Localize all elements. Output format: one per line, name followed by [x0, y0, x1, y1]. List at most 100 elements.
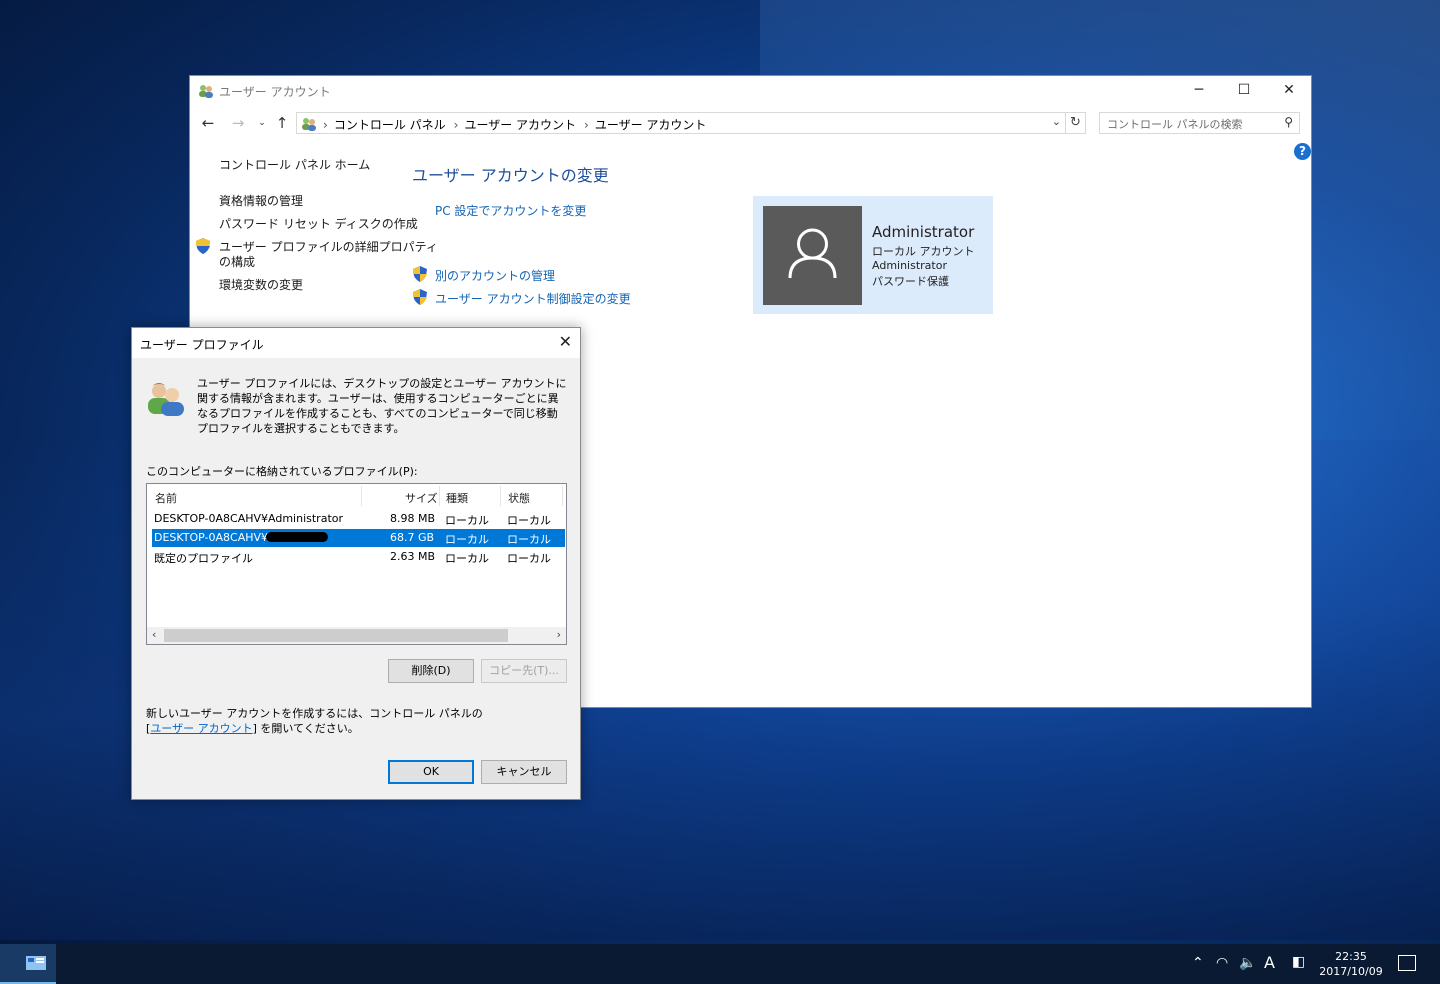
uac-settings-link[interactable]: ユーザー アカウント制御設定の変更	[435, 290, 631, 307]
uac-shield-icon	[413, 266, 427, 282]
pc-settings-link[interactable]: PC 設定でアカウントを変更	[435, 202, 586, 219]
profile-name: DESKTOP-0A8CAHV¥Administrator	[154, 512, 344, 525]
scroll-left-icon[interactable]: ‹	[152, 628, 156, 641]
column-separator[interactable]	[562, 486, 563, 506]
profile-status: ローカル	[507, 552, 551, 565]
volume-icon[interactable]: 🔈	[1239, 955, 1256, 971]
delete-button[interactable]: 削除(D)	[388, 659, 474, 683]
clock-date: 2017/10/09	[1319, 965, 1383, 978]
uac-shield-icon	[413, 289, 427, 305]
ok-button[interactable]: OK	[388, 760, 474, 784]
ime-mode-indicator[interactable]: A	[1264, 953, 1275, 972]
close-button[interactable]: ✕	[1266, 76, 1312, 105]
manage-credentials-link[interactable]: 資格情報の管理	[219, 192, 303, 209]
table-row[interactable]: 既定のプロファイル 2.63 MB ローカル ローカル	[152, 548, 565, 566]
window-titlebar[interactable]: ユーザー アカウント ─ ☐ ✕	[190, 76, 1311, 105]
column-separator[interactable]	[361, 486, 362, 506]
ime-options-icon[interactable]: ◧	[1292, 954, 1305, 970]
breadcrumb-separator-icon[interactable]: ›	[454, 118, 459, 132]
clock-time: 22:35	[1335, 950, 1367, 963]
user-silhouette-icon	[788, 228, 837, 279]
help-icon[interactable]: ?	[1294, 143, 1311, 160]
breadcrumb-item-user-accounts[interactable]: ユーザー アカウント	[464, 118, 576, 132]
profile-size: 2.63 MB	[390, 550, 436, 563]
avatar	[763, 206, 862, 305]
scroll-right-icon[interactable]: ›	[557, 628, 561, 641]
taskbar: ⌃ ◠ 🔈 A ◧ 22:35 2017/10/09	[0, 944, 1440, 984]
profile-size: 68.7 GB	[390, 531, 435, 544]
breadcrumb-item-user-accounts-current[interactable]: ユーザー アカウント	[595, 118, 707, 132]
minimize-button[interactable]: ─	[1176, 76, 1222, 105]
control-panel-icon	[26, 956, 46, 970]
account-protection: パスワード保護	[872, 275, 949, 288]
taskbar-app-control-panel[interactable]	[0, 944, 56, 984]
show-hidden-icons-chevron-icon[interactable]: ⌃	[1192, 955, 1204, 971]
column-separator[interactable]	[500, 486, 501, 506]
breadcrumb: › コントロール パネル › ユーザー アカウント › ユーザー アカウント	[321, 116, 712, 133]
copy-to-button[interactable]: コピー先(T)...	[481, 659, 567, 683]
scrollbar-thumb[interactable]	[164, 629, 508, 642]
recent-locations-chevron-icon[interactable]: ⌄	[252, 113, 272, 133]
profile-type: ローカル	[445, 533, 489, 546]
action-center-icon[interactable]	[1398, 955, 1416, 971]
account-type: ローカル アカウント	[872, 245, 975, 258]
profile-name: DESKTOP-0A8CAHV¥	[154, 531, 269, 544]
profile-type: ローカル	[445, 514, 489, 527]
breadcrumb-separator-icon: ›	[323, 118, 328, 132]
profile-status: ローカル	[507, 533, 551, 546]
clock[interactable]: 22:35 2017/10/09	[1318, 949, 1384, 979]
profiles-list[interactable]: 名前 サイズ 種類 状態 DESKTOP-0A8CAHV¥Administrat…	[146, 483, 567, 645]
column-header-size[interactable]: サイズ	[405, 490, 438, 506]
password-reset-disk-link[interactable]: パスワード リセット ディスクの作成	[219, 215, 418, 232]
maximize-button[interactable]: ☐	[1221, 76, 1267, 105]
up-arrow-icon[interactable]: ↑	[272, 113, 292, 133]
control-panel-icon	[302, 118, 316, 131]
refresh-icon[interactable]: ↻	[1065, 113, 1085, 133]
environment-variables-link[interactable]: 環境変数の変更	[219, 276, 303, 293]
breadcrumb-separator-icon[interactable]: ›	[584, 118, 589, 132]
window-title: ユーザー アカウント	[219, 85, 331, 99]
user-profiles-dialog: ユーザー プロファイル ✕ ユーザー プロファイルには、デスクトップの設定とユー…	[131, 327, 581, 800]
list-header: 名前 サイズ 種類 状態	[147, 484, 566, 508]
table-row-selected[interactable]: DESKTOP-0A8CAHV¥ 68.7 GB ローカル ローカル	[152, 529, 565, 547]
control-panel-home-link[interactable]: コントロール パネル ホーム	[219, 156, 370, 173]
user-profiles-icon	[148, 383, 184, 416]
table-row[interactable]: DESKTOP-0A8CAHV¥Administrator 8.98 MB ロー…	[152, 510, 565, 528]
user-accounts-icon	[199, 85, 213, 98]
column-header-name[interactable]: 名前	[155, 490, 177, 506]
profiles-list-label: このコンピューターに格納されているプロファイル(P):	[146, 465, 418, 478]
address-dropdown-icon[interactable]: ⌄	[1052, 115, 1061, 128]
profile-type: ローカル	[445, 552, 489, 565]
advanced-profile-properties-link-cont[interactable]: の構成	[219, 253, 255, 270]
account-card: Administrator ローカル アカウント Administrator パ…	[753, 196, 993, 314]
search-icon[interactable]: ⚲	[1284, 115, 1293, 129]
account-name: Administrator	[872, 223, 975, 241]
column-header-type[interactable]: 種類	[446, 490, 468, 506]
profile-status: ローカル	[507, 514, 551, 527]
horizontal-scrollbar[interactable]: ‹ ›	[147, 627, 566, 644]
manage-other-account-link[interactable]: 別のアカウントの管理	[435, 267, 555, 284]
column-header-status[interactable]: 状態	[508, 490, 530, 506]
forward-arrow-icon[interactable]: →	[228, 113, 248, 133]
cancel-button[interactable]: キャンセル	[481, 760, 567, 784]
dialog-close-icon[interactable]: ✕	[559, 332, 572, 351]
address-bar[interactable]: › コントロール パネル › ユーザー アカウント › ユーザー アカウント ⌄ ↻	[296, 112, 1086, 134]
user-accounts-link[interactable]: ユーザー アカウント	[150, 722, 252, 735]
search-box[interactable]: コントロール パネルの検索 ⚲	[1099, 112, 1300, 134]
back-arrow-icon[interactable]: ←	[198, 113, 218, 133]
column-separator[interactable]	[439, 486, 440, 506]
profile-name: 既定のプロファイル	[154, 552, 253, 565]
page-title: ユーザー アカウントの変更	[412, 166, 609, 185]
search-input[interactable]: コントロール パネルの検索	[1107, 116, 1243, 132]
create-account-note: 新しいユーザー アカウントを作成するには、コントロール パネルの [ユーザー ア…	[146, 706, 483, 736]
network-wifi-icon[interactable]: ◠	[1216, 955, 1228, 971]
account-group: Administrator	[872, 259, 947, 272]
dialog-description: ユーザー プロファイルには、デスクトップの設定とユーザー アカウントに関する情報…	[197, 377, 567, 435]
breadcrumb-item-control-panel[interactable]: コントロール パネル	[334, 118, 446, 132]
navigation-bar: ← → ⌄ ↑ › コントロール パネル › ユーザー アカウント › ユーザー アカウン…	[190, 110, 1311, 136]
uac-shield-icon	[196, 238, 210, 254]
redaction-mark	[266, 532, 328, 542]
note-text-2: を開いてください。	[256, 722, 359, 735]
profile-size: 8.98 MB	[390, 512, 436, 525]
dialog-titlebar[interactable]: ユーザー プロファイル ✕	[132, 328, 580, 358]
